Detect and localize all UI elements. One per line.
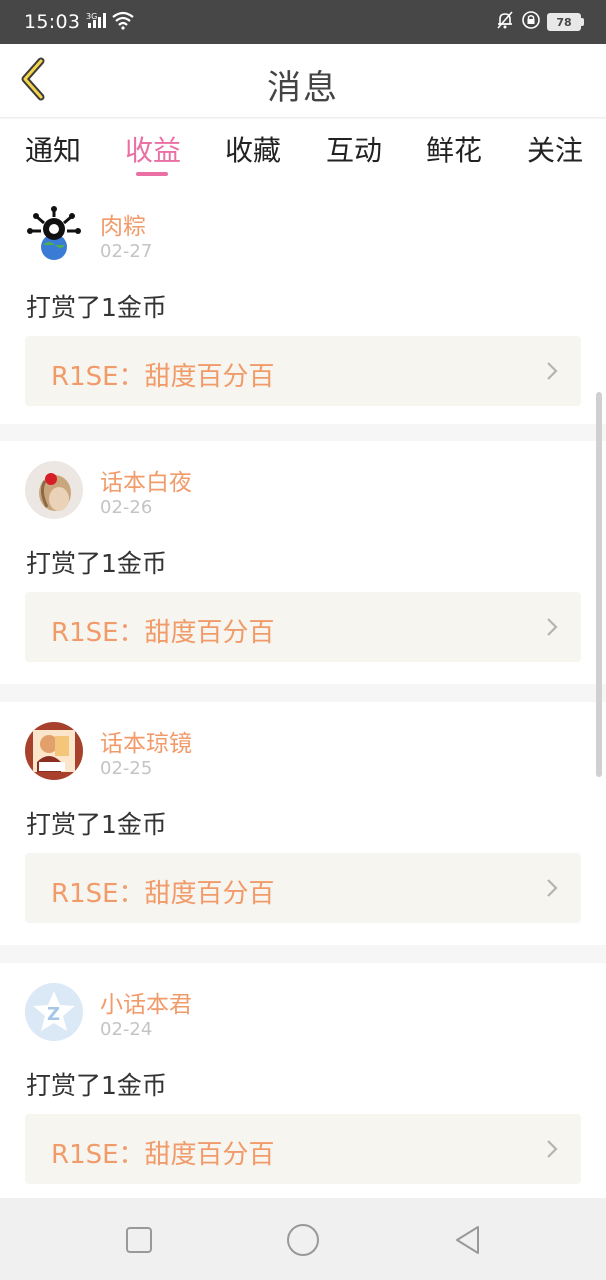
reference-title: R1SE：甜度百分百 xyxy=(51,1140,275,1170)
tab-follows[interactable]: 关注 xyxy=(527,129,583,169)
tab-bar: 通知 收益 收藏 互动 鲜花 关注 xyxy=(0,119,606,185)
message-date: 02-26 xyxy=(100,497,153,518)
page-title: 消息 xyxy=(267,68,339,108)
status-bar: 15:03 3G 78 xyxy=(0,0,606,44)
battery-indicator: 78 xyxy=(547,13,584,31)
list-item: 肉粽 02-27 打赏了1金币 R1SE：甜度百分百 xyxy=(0,185,606,424)
lock-rotation-icon xyxy=(521,10,541,34)
chevron-right-icon xyxy=(545,877,559,903)
tab-flowers[interactable]: 鲜花 xyxy=(426,129,482,169)
message-date: 02-25 xyxy=(100,758,153,779)
reference-title: R1SE：甜度百分百 xyxy=(51,879,275,909)
reference-link[interactable]: R1SE：甜度百分百 xyxy=(25,336,581,406)
list-item: Z 小话本君 02-24 打赏了1金币 R1SE：甜度百分百 xyxy=(0,963,606,1199)
chevron-right-icon xyxy=(545,1138,559,1164)
tab-notifications[interactable]: 通知 xyxy=(25,129,81,169)
circle-icon xyxy=(285,1224,321,1262)
home-button[interactable] xyxy=(285,1222,321,1258)
recents-button[interactable] xyxy=(121,1222,157,1258)
list-item: 话本白夜 02-26 打赏了1金币 R1SE：甜度百分百 xyxy=(0,441,606,684)
username[interactable]: 话本白夜 xyxy=(100,463,192,497)
square-icon xyxy=(121,1227,157,1262)
chevron-right-icon xyxy=(545,616,559,642)
tab-interactions[interactable]: 互动 xyxy=(326,129,382,169)
wifi-icon xyxy=(111,10,135,34)
active-tab-indicator xyxy=(136,172,168,176)
avatar[interactable] xyxy=(25,205,83,263)
message-date: 02-27 xyxy=(100,241,153,262)
message-action: 打赏了1金币 xyxy=(26,293,167,322)
tab-earnings[interactable]: 收益 xyxy=(125,129,181,169)
avatar[interactable]: Z xyxy=(25,983,83,1041)
message-date: 02-24 xyxy=(100,1019,153,1040)
message-action: 打赏了1金币 xyxy=(26,549,167,578)
message-action: 打赏了1金币 xyxy=(26,810,167,839)
reference-link[interactable]: R1SE：甜度百分百 xyxy=(25,853,581,923)
username[interactable]: 小话本君 xyxy=(100,985,192,1019)
tab-favorites[interactable]: 收藏 xyxy=(225,129,281,169)
svg-text:Z: Z xyxy=(47,1004,60,1025)
avatar[interactable] xyxy=(25,461,83,519)
status-time: 15:03 xyxy=(24,11,81,33)
mute-bell-icon xyxy=(495,10,515,34)
app-header: 消息 xyxy=(0,44,606,118)
reference-title: R1SE：甜度百分百 xyxy=(51,362,275,392)
reference-link[interactable]: R1SE：甜度百分百 xyxy=(25,1114,581,1184)
system-nav-bar xyxy=(0,1198,606,1280)
reference-link[interactable]: R1SE：甜度百分百 xyxy=(25,592,581,662)
list-item: 话本琼镜 02-25 打赏了1金币 R1SE：甜度百分百 xyxy=(0,702,606,945)
signal-icon: 3G xyxy=(86,11,108,33)
svg-text:3G: 3G xyxy=(86,12,97,21)
triangle-back-icon xyxy=(450,1226,486,1262)
username[interactable]: 话本琼镜 xyxy=(100,724,192,758)
reference-title: R1SE：甜度百分百 xyxy=(51,618,275,648)
avatar[interactable] xyxy=(25,722,83,780)
message-action: 打赏了1金币 xyxy=(26,1071,167,1100)
username[interactable]: 肉粽 xyxy=(100,207,146,241)
scrollbar[interactable] xyxy=(596,392,602,777)
back-nav-button[interactable] xyxy=(450,1222,486,1258)
chevron-right-icon xyxy=(545,360,559,386)
